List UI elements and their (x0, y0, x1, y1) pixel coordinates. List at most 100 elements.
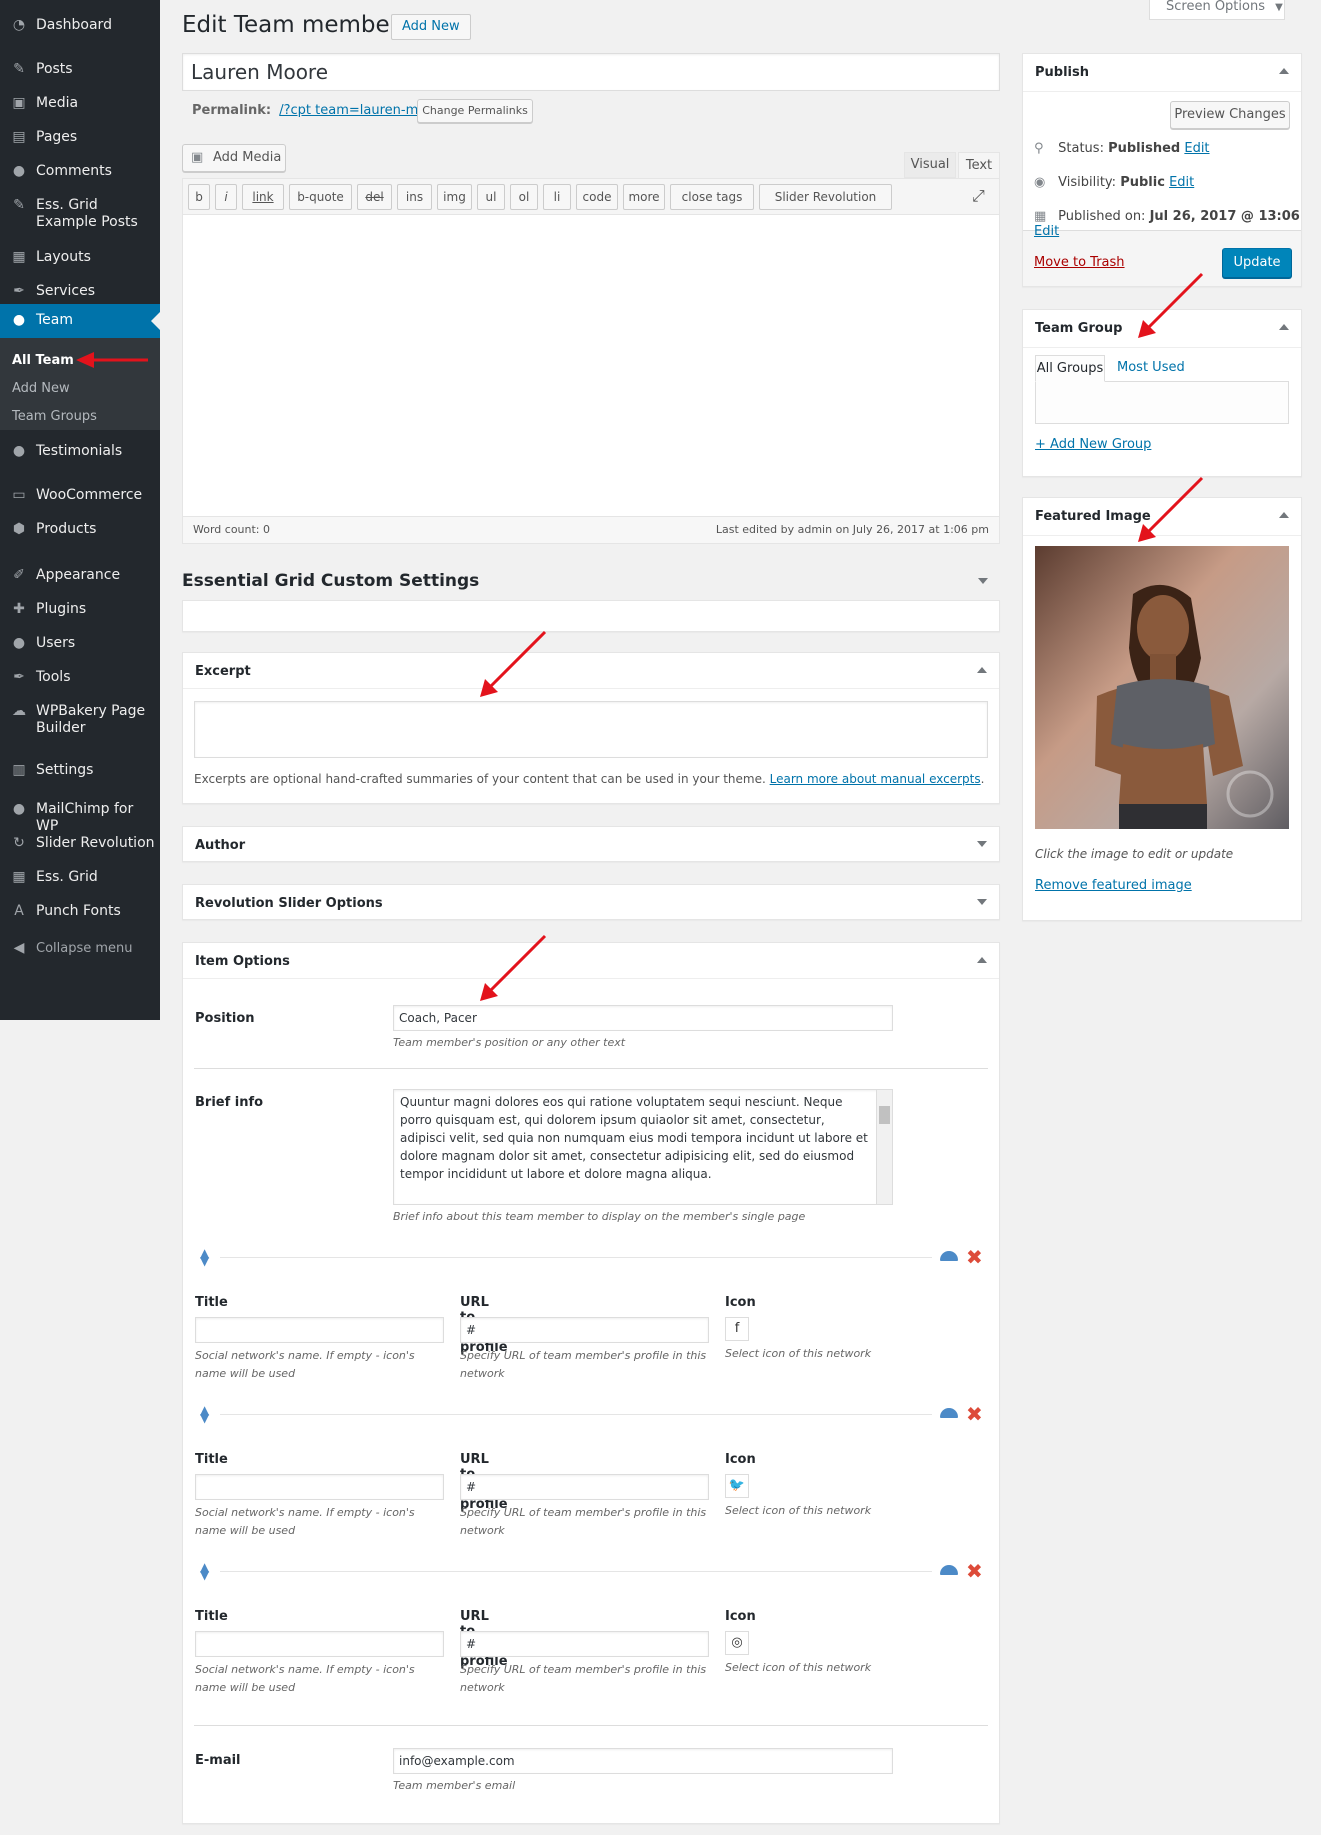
quicktag-b-button[interactable]: b (188, 184, 210, 210)
collapse-menu-button[interactable]: ◀ Collapse menu (0, 940, 160, 957)
instagram-icon[interactable]: ◎ (725, 1631, 749, 1655)
menu-item-media[interactable]: ▣ Media (0, 95, 160, 112)
brief-info-label: Brief info (195, 1095, 264, 1110)
screen-options-button[interactable]: Screen Options ▼ (1149, 0, 1285, 20)
preview-changes-button[interactable]: Preview Changes (1170, 101, 1290, 129)
menu-item-label: MailChimp for WP (36, 801, 134, 834)
team-group-title: Team Group (1023, 310, 1301, 348)
email-desc: Team member's email (393, 1779, 516, 1792)
post-title-input[interactable]: Lauren Moore (182, 53, 1000, 91)
twitter-icon[interactable]: 🐦 (725, 1474, 749, 1498)
status-edit-link[interactable]: Edit (1184, 141, 1209, 156)
social-icon-label: Icon (725, 1452, 756, 1467)
menu-item-ess-grid[interactable]: ▦ Ess. Grid (0, 869, 160, 886)
visibility-edit-link[interactable]: Edit (1169, 175, 1194, 190)
change-permalinks-button[interactable]: Change Permalinks (417, 99, 533, 123)
menu-item-products[interactable]: ⬢ Products (0, 521, 160, 538)
tab-visual[interactable]: Visual (904, 152, 956, 178)
scrollbar-thumb[interactable] (879, 1106, 890, 1124)
menu-item-ess-grid-example-posts[interactable]: ✎ Ess. Grid Example Posts (0, 197, 160, 231)
reorder-handle-icon[interactable]: ▲ ▼ (200, 1404, 209, 1424)
update-button[interactable]: Update (1222, 248, 1292, 278)
quicktag-img-button[interactable]: img (437, 184, 472, 210)
menu-item-appearance[interactable]: ✐ Appearance (0, 567, 160, 584)
published-edit-link[interactable]: Edit (1034, 224, 1059, 239)
menu-item-mailchimp-for-wp[interactable]: ● MailChimp for WP (0, 801, 160, 835)
publish-toggle[interactable] (1279, 68, 1289, 74)
social-url-input[interactable]: # (460, 1317, 709, 1343)
quicktag-ins-button[interactable]: ins (397, 184, 432, 210)
menu-item-comments[interactable]: ● Comments (0, 163, 160, 180)
menu-item-posts[interactable]: ✎ Posts (0, 61, 160, 78)
add-new-button[interactable]: Add New (391, 14, 471, 40)
remove-featured-image-link[interactable]: Remove featured image (1035, 878, 1192, 893)
brief-info-scrollbar[interactable] (876, 1090, 892, 1204)
author-toggle[interactable] (977, 841, 987, 847)
social-title-input[interactable] (195, 1631, 444, 1657)
menu-item-layouts[interactable]: ▦ Layouts (0, 249, 160, 266)
excerpt-toggle[interactable] (977, 667, 987, 673)
team-group-toggle[interactable] (1279, 324, 1289, 330)
featured-image-toggle[interactable] (1279, 512, 1289, 518)
menu-item-testimonials[interactable]: ● Testimonials (0, 443, 160, 460)
menu-item-plugins[interactable]: ✚ Plugins (0, 601, 160, 618)
quicktag-b-quote-button[interactable]: b-quote (289, 184, 352, 210)
menu-item-team[interactable]: ● Team (0, 304, 160, 338)
social-url-input[interactable]: # (460, 1631, 709, 1657)
menu-item-settings[interactable]: ▥ Settings (0, 762, 160, 779)
quicktag-del-button[interactable]: del (357, 184, 392, 210)
item-options-toggle[interactable] (977, 957, 987, 963)
tab-all-groups[interactable]: All Groups (1035, 355, 1105, 382)
menu-item-users[interactable]: ● Users (0, 635, 160, 652)
menu-item-pages[interactable]: ▤ Pages (0, 129, 160, 146)
quicktag-close-tags-button[interactable]: close tags (670, 184, 754, 210)
menu-item-dashboard[interactable]: ◔ Dashboard (0, 17, 160, 34)
quicktag-slider-revolution-button[interactable]: Slider Revolution (759, 184, 892, 210)
editor-textarea[interactable] (183, 216, 999, 516)
learn-more-link[interactable]: Learn more about manual excerpts (770, 772, 981, 786)
social-title-input[interactable] (195, 1317, 444, 1343)
menu-item-slider-revolution[interactable]: ↻ Slider Revolution (0, 835, 160, 852)
facebook-icon[interactable]: f (725, 1317, 749, 1341)
fullscreen-icon[interactable]: ⤢ (972, 186, 985, 206)
menu-item-tools[interactable]: ✒ Tools (0, 669, 160, 686)
status-label: Status: (1058, 141, 1104, 156)
tab-most-used[interactable]: Most Used (1117, 360, 1185, 375)
social-url-input[interactable]: # (460, 1474, 709, 1500)
menu-item-services[interactable]: ✒ Services (0, 283, 160, 300)
tab-text[interactable]: Text (958, 152, 1000, 179)
add-new-group-link[interactable]: + Add New Group (1035, 437, 1151, 452)
quicktag-ol-button[interactable]: ol (510, 184, 538, 210)
featured-image[interactable] (1035, 546, 1289, 829)
quicktag-more-button[interactable]: more (623, 184, 665, 210)
reorder-handle-icon[interactable]: ▲ ▼ (200, 1247, 209, 1267)
submenu-item-all-team[interactable]: All Team (12, 353, 74, 368)
menu-item-punch-fonts[interactable]: A Punch Fonts (0, 903, 160, 920)
submenu-item-add-new[interactable]: Add New (12, 381, 70, 396)
remove-icon[interactable]: ✖ (966, 1561, 983, 1581)
email-input[interactable]: info@example.com (393, 1748, 893, 1774)
excerpt-textarea[interactable] (194, 701, 988, 758)
quicktag-ul-button[interactable]: ul (477, 184, 505, 210)
add-media-button[interactable]: ▣ Add Media (182, 144, 286, 172)
pin-icon: ⚲ (1034, 141, 1044, 156)
brief-info-textarea[interactable]: Quuntur magni dolores eos qui ratione vo… (393, 1089, 893, 1205)
remove-icon[interactable]: ✖ (966, 1247, 983, 1267)
rev-slider-title: Revolution Slider Options (195, 896, 383, 911)
rev-slider-toggle[interactable] (977, 899, 987, 905)
quicktag-li-button[interactable]: li (543, 184, 571, 210)
reorder-handle-icon[interactable]: ▲ ▼ (200, 1561, 209, 1581)
menu-item-wpbakery-page-builder[interactable]: ☁ WPBakery Page Builder (0, 703, 160, 737)
menu-item-woocommerce[interactable]: ▭ WooCommerce (0, 487, 160, 504)
social-divider (220, 1257, 932, 1258)
social-title-input[interactable] (195, 1474, 444, 1500)
ess-grid-toggle[interactable] (978, 578, 988, 584)
position-input[interactable]: Coach, Pacer (393, 1005, 893, 1031)
submenu-item-team-groups[interactable]: Team Groups (12, 409, 97, 424)
move-to-trash-link[interactable]: Move to Trash (1034, 255, 1125, 270)
author-title: Author (195, 838, 246, 853)
quicktag-code-button[interactable]: code (576, 184, 618, 210)
quicktag-link-button[interactable]: link (242, 184, 284, 210)
remove-icon[interactable]: ✖ (966, 1404, 983, 1424)
quicktag-i-button[interactable]: i (215, 184, 237, 210)
